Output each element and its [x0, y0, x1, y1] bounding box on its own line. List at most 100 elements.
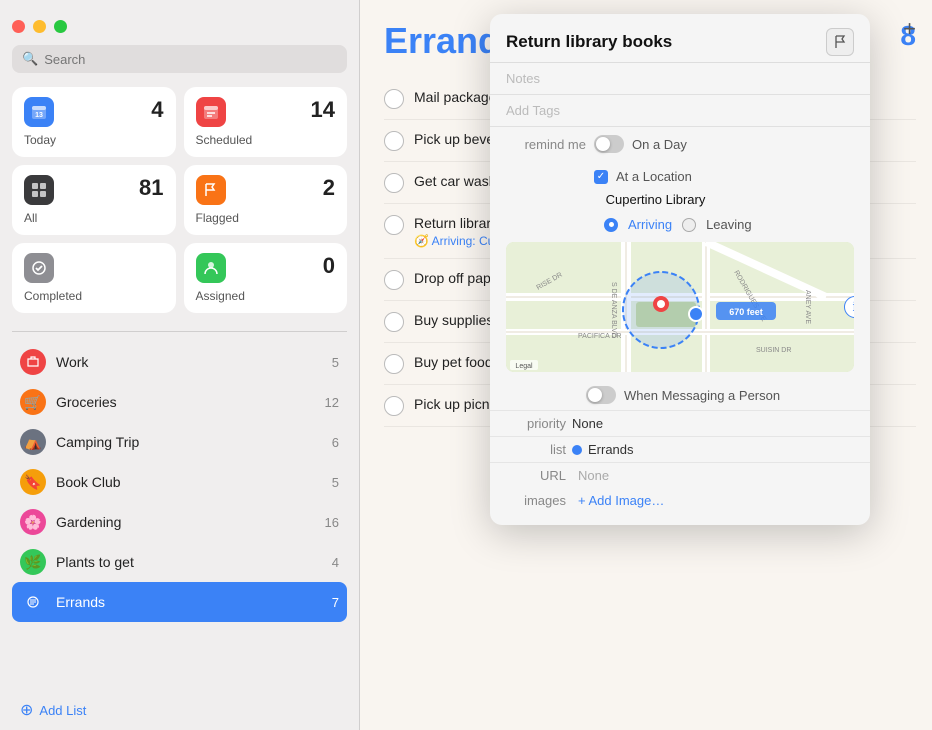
detail-panel: Return library books Notes Add Tags remi… [490, 14, 870, 525]
camping-list-name: Camping Trip [56, 434, 332, 450]
flag-button[interactable] [826, 28, 854, 56]
today-icon: 13 [24, 97, 54, 127]
smart-list-all[interactable]: 81 All [12, 165, 176, 235]
work-list-count: 5 [332, 355, 339, 370]
task-text: Buy pet food [414, 353, 493, 373]
smart-list-assigned[interactable]: 0 Assigned [184, 243, 348, 313]
flagged-count: 2 [323, 175, 335, 201]
add-list-button[interactable]: ⊕ Add List [12, 690, 347, 730]
task-checkbox[interactable] [384, 312, 404, 332]
search-icon: 🔍 [22, 51, 38, 67]
plants-list-icon: 🌿 [20, 549, 46, 575]
bookclub-list-icon: 🔖 [20, 469, 46, 495]
images-label: images [506, 493, 566, 508]
maximize-button[interactable] [54, 20, 67, 33]
svg-text:PACIFICA DR: PACIFICA DR [578, 333, 621, 340]
leaving-label: Leaving [706, 217, 752, 232]
list-item-work[interactable]: Work 5 [12, 342, 347, 382]
leaving-radio[interactable] [682, 218, 696, 232]
completed-icon [24, 253, 54, 283]
on-a-day-toggle[interactable] [594, 135, 624, 153]
map-container: RISE DR RODRIGUES AVE S DE ANZA BLVD PAC… [506, 242, 854, 372]
on-a-day-label: On a Day [632, 137, 687, 152]
list-label: list [506, 442, 566, 457]
notes-field[interactable]: Notes [490, 63, 870, 95]
when-messaging-toggle[interactable] [586, 386, 616, 404]
scheduled-icon [196, 97, 226, 127]
svg-text:SUISIN DR: SUISIN DR [756, 347, 791, 354]
camping-list-count: 6 [332, 435, 339, 450]
task-checkbox[interactable] [384, 215, 404, 235]
list-item-errands[interactable]: Errands 7 [12, 582, 347, 622]
groceries-list-count: 12 [325, 395, 339, 410]
list-item-groceries[interactable]: 🛒 Groceries 12 [12, 382, 347, 422]
task-checkbox[interactable] [384, 396, 404, 416]
arriving-radio[interactable] [604, 218, 618, 232]
when-messaging-row: · When Messaging a Person [490, 380, 870, 410]
sidebar: 🔍 13 4 Today [0, 0, 360, 730]
task-checkbox[interactable] [384, 354, 404, 374]
smart-list-flagged[interactable]: 2 Flagged [184, 165, 348, 235]
priority-value: None [572, 416, 603, 431]
bookclub-list-name: Book Club [56, 474, 332, 490]
images-row: images + Add Image… [490, 488, 870, 513]
task-checkbox[interactable] [384, 173, 404, 193]
gardening-list-count: 16 [325, 515, 339, 530]
priority-row: priority None [490, 410, 870, 436]
list-item-camping[interactable]: ⛺ Camping Trip 6 [12, 422, 347, 462]
list-dot [572, 445, 582, 455]
all-icon [24, 175, 54, 205]
svg-text:S DE ANZA BLVD: S DE ANZA BLVD [610, 282, 617, 338]
flagged-label: Flagged [196, 211, 336, 225]
list-item-plants[interactable]: 🌿 Plants to get 4 [12, 542, 347, 582]
tags-placeholder: Add Tags [506, 103, 560, 118]
scheduled-label: Scheduled [196, 133, 336, 147]
smart-list-scheduled[interactable]: 14 Scheduled [184, 87, 348, 157]
arriving-leaving-row: · Arriving Leaving [490, 211, 870, 238]
notes-placeholder: Notes [506, 71, 540, 86]
today-count: 4 [151, 97, 163, 123]
completed-label: Completed [24, 289, 164, 303]
plants-list-count: 4 [332, 555, 339, 570]
url-label: URL [506, 468, 566, 483]
list-item-gardening[interactable]: 🌸 Gardening 16 [12, 502, 347, 542]
minimize-button[interactable] [33, 20, 46, 33]
svg-text:670 feet: 670 feet [729, 307, 763, 317]
task-checkbox[interactable] [384, 131, 404, 151]
add-image-button[interactable]: + Add Image… [578, 493, 664, 508]
smart-list-today[interactable]: 13 4 Today [12, 87, 176, 157]
list-row: list Errands [490, 436, 870, 462]
remind-me-label: remind me [506, 137, 586, 152]
task-checkbox[interactable] [384, 89, 404, 109]
svg-text:13: 13 [35, 112, 43, 119]
remind-me-row: remind me On a Day [490, 127, 870, 161]
assigned-icon [196, 253, 226, 283]
detail-header: Return library books [490, 14, 870, 63]
list-item-bookclub[interactable]: 🔖 Book Club 5 [12, 462, 347, 502]
at-location-checkbox[interactable]: ✓ [594, 170, 608, 184]
at-location-label: At a Location [616, 169, 692, 184]
list-value: Errands [588, 442, 634, 457]
detail-title: Return library books [506, 32, 672, 52]
errands-list-icon [20, 589, 46, 615]
arriving-label: Arriving [628, 217, 672, 232]
add-button[interactable]: + [903, 16, 916, 42]
all-label: All [24, 211, 164, 225]
search-input[interactable] [44, 52, 337, 67]
window-controls [12, 12, 347, 33]
svg-text:Legal: Legal [515, 363, 533, 370]
close-button[interactable] [12, 20, 25, 33]
at-location-row: ✓ At a Location [490, 161, 870, 192]
task-checkbox[interactable] [384, 270, 404, 290]
smart-lists: 13 4 Today 14 Scheduled [12, 87, 347, 313]
assigned-count: 0 [323, 253, 335, 279]
list-section: Work 5 🛒 Groceries 12 ⛺ Camping Trip 6 🔖… [12, 342, 347, 690]
tags-field[interactable]: Add Tags [490, 95, 870, 127]
location-name: Cupertino Library [606, 192, 706, 207]
smart-list-completed[interactable]: Completed [12, 243, 176, 313]
url-value: None [578, 468, 609, 483]
all-count: 81 [139, 175, 163, 201]
gardening-list-icon: 🌸 [20, 509, 46, 535]
flagged-icon [196, 175, 226, 205]
search-bar[interactable]: 🔍 [12, 45, 347, 73]
